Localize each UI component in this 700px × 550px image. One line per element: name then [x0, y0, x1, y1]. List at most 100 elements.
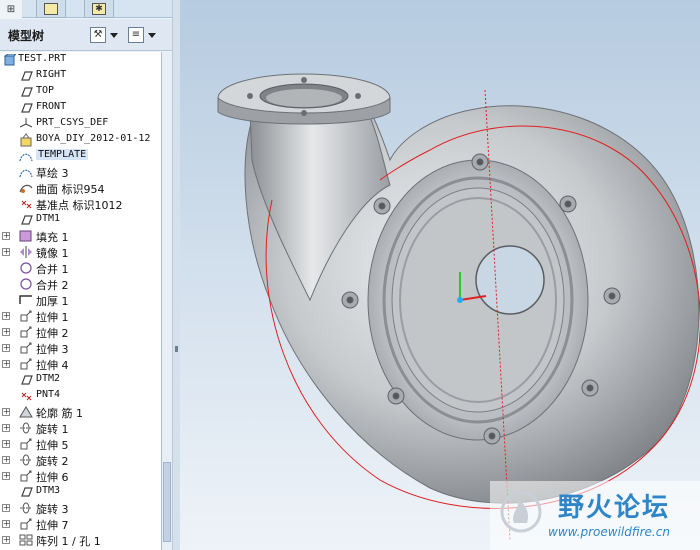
- tree-item[interactable]: + 拉伸 3: [0, 340, 161, 356]
- tree-item[interactable]: 合并 1: [0, 260, 161, 276]
- folder-browser-tab[interactable]: [36, 0, 66, 18]
- tree-item[interactable]: + 镜像 1: [0, 244, 161, 260]
- rib-icon: [18, 405, 33, 419]
- settings-menu-button[interactable]: ⚒: [90, 25, 122, 45]
- tree-item-label: 旋转 3: [36, 503, 69, 516]
- extrude-icon: [18, 517, 33, 531]
- tree-item[interactable]: DTM3: [0, 484, 161, 500]
- tools-icon: ⚒: [90, 27, 106, 43]
- tree-item[interactable]: + 填充 1: [0, 228, 161, 244]
- model-tree-tab[interactable]: ⊞: [0, 0, 22, 18]
- tree-item[interactable]: PRT_CSYS_DEF: [0, 116, 161, 132]
- tree-item-label: 轮廓 筋 1: [36, 407, 83, 420]
- favorites-tab[interactable]: ✱: [84, 0, 114, 18]
- datum-plane-icon: [18, 85, 33, 99]
- splitter-grip[interactable]: [175, 346, 178, 352]
- tree-item-label: DTM1: [36, 213, 61, 224]
- tree-item[interactable]: TOP: [0, 84, 161, 100]
- mirror-icon: [18, 245, 33, 259]
- extrude-icon: [18, 325, 33, 339]
- tree-scrollbar[interactable]: [162, 52, 172, 550]
- extrude-icon: [18, 309, 33, 323]
- tree-item-label: 曲面 标识954: [36, 183, 105, 196]
- tree-item-label: 拉伸 5: [36, 439, 69, 452]
- datum-plane-icon: [18, 373, 33, 387]
- extrude-icon: [18, 469, 33, 483]
- tree-item[interactable]: + 旋转 1: [0, 420, 161, 436]
- pattern-icon: [18, 533, 33, 547]
- tree-item[interactable]: RIGHT: [0, 68, 161, 84]
- expand-icon[interactable]: +: [2, 344, 10, 352]
- part-icon: [2, 53, 17, 67]
- expand-icon[interactable]: +: [2, 472, 10, 480]
- tree-item[interactable]: + 轮廓 筋 1: [0, 404, 161, 420]
- tree-item[interactable]: + 拉伸 5: [0, 436, 161, 452]
- tree-item-label: 填充 1: [36, 231, 69, 244]
- tree-item-label: 草绘 3: [36, 167, 69, 180]
- show-menu-button[interactable]: ≡: [128, 25, 164, 45]
- graphics-viewport[interactable]: 野火论坛 www.proewildfire.cn: [180, 0, 700, 550]
- expand-icon[interactable]: +: [2, 456, 10, 464]
- tree-item[interactable]: + 拉伸 2: [0, 324, 161, 340]
- tree-scrollbar-thumb[interactable]: [163, 462, 171, 542]
- tree-item-label: 拉伸 2: [36, 327, 69, 340]
- sketch-icon: [18, 149, 33, 163]
- tree-item[interactable]: 草绘 3: [0, 164, 161, 180]
- expand-icon[interactable]: +: [2, 520, 10, 528]
- tree-item[interactable]: + 旋转 2: [0, 452, 161, 468]
- extrude-icon: [18, 341, 33, 355]
- tree-item[interactable]: 基准点 标识1012: [0, 196, 161, 212]
- expand-icon[interactable]: +: [2, 232, 10, 240]
- tree-item[interactable]: 合并 2: [0, 276, 161, 292]
- model-tree-header: 模型树 ⚒ ≡: [0, 19, 172, 51]
- expand-icon[interactable]: +: [2, 312, 10, 320]
- expand-icon[interactable]: +: [2, 408, 10, 416]
- tree-item-label: 合并 2: [36, 279, 69, 292]
- tree-item-label: 旋转 2: [36, 455, 69, 468]
- favorites-icon: ✱: [92, 2, 106, 15]
- tree-item-label: 拉伸 4: [36, 359, 69, 372]
- tree-item[interactable]: + 拉伸 7: [0, 516, 161, 532]
- tree-item[interactable]: + 拉伸 4: [0, 356, 161, 372]
- tree-item-label: DTM2: [36, 373, 61, 384]
- tree-item[interactable]: BOYA_DIY_2012-01-12: [0, 132, 161, 148]
- tree-item[interactable]: DTM2: [0, 372, 161, 388]
- expand-icon[interactable]: +: [2, 440, 10, 448]
- datum-point-icon: [18, 197, 33, 211]
- tree-item[interactable]: 加厚 1: [0, 292, 161, 308]
- tree-item[interactable]: + 拉伸 6: [0, 468, 161, 484]
- tree-item[interactable]: FRONT: [0, 100, 161, 116]
- panel-splitter[interactable]: [172, 0, 180, 550]
- expand-icon[interactable]: +: [2, 328, 10, 336]
- tree-item[interactable]: PNT4: [0, 388, 161, 404]
- tree-root-label: TEST.PRT: [18, 53, 67, 64]
- pump-volute-model: [217, 73, 700, 541]
- expand-icon[interactable]: +: [2, 424, 10, 432]
- tree-item-label: 拉伸 7: [36, 519, 69, 532]
- expand-icon[interactable]: +: [2, 248, 10, 256]
- tree-item-label: 镜像 1: [36, 247, 69, 260]
- tree-item[interactable]: 曲面 标识954: [0, 180, 161, 196]
- tree-item-label: 合并 1: [36, 263, 69, 276]
- tree-root[interactable]: TEST.PRT: [0, 52, 161, 68]
- tree-item[interactable]: DTM1: [0, 212, 161, 228]
- surface-icon: [18, 181, 33, 195]
- merge-icon: [18, 261, 33, 275]
- datum-plane-icon: [18, 213, 33, 227]
- csys-icon: [18, 117, 33, 131]
- expand-icon[interactable]: +: [2, 504, 10, 512]
- expand-icon[interactable]: +: [2, 536, 10, 544]
- list-icon: ≡: [128, 27, 144, 43]
- thicken-icon: [18, 293, 33, 307]
- tree-item-label: TEMPLATE: [36, 149, 89, 160]
- expand-icon[interactable]: +: [2, 360, 10, 368]
- tree-item[interactable]: + 拉伸 1: [0, 308, 161, 324]
- tree-item[interactable]: + 旋转 3: [0, 500, 161, 516]
- revolve-icon: [18, 421, 33, 435]
- tree-item[interactable]: TEMPLATE: [0, 148, 161, 164]
- merge-icon: [18, 277, 33, 291]
- extrude-icon: [18, 357, 33, 371]
- flange-bore-inner: [266, 89, 342, 107]
- tree-item[interactable]: + 阵列 1 / 孔 1: [0, 532, 161, 548]
- datum-plane-icon: [18, 101, 33, 115]
